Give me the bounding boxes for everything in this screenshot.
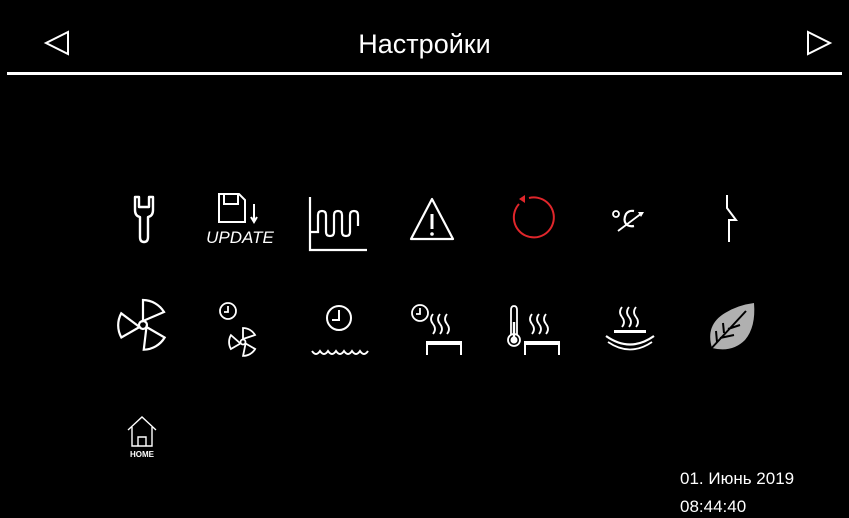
error-log-button[interactable] xyxy=(392,180,472,260)
thermometer-heating-button[interactable] xyxy=(494,285,574,365)
page-title: Настройки xyxy=(358,29,491,59)
wrench-icon xyxy=(133,195,155,244)
triangle-right-icon xyxy=(807,30,833,56)
relay-switch-button[interactable] xyxy=(690,180,770,260)
heating-timer-button[interactable] xyxy=(396,285,476,365)
time-text: 08:44:40 xyxy=(680,497,747,516)
temperature-calibration-button[interactable] xyxy=(592,180,672,260)
heating-element-button[interactable] xyxy=(298,180,378,260)
fan-button[interactable] xyxy=(103,285,183,365)
steam-bowl-icon xyxy=(605,306,655,351)
heating-timer-icon xyxy=(411,304,462,355)
relay-switch-icon xyxy=(726,195,738,242)
header-divider xyxy=(7,72,842,75)
water-timer-button[interactable] xyxy=(298,285,378,365)
fan-icon xyxy=(117,298,167,351)
warning-icon xyxy=(409,197,455,241)
temperature-calibration-icon xyxy=(612,209,644,232)
header: Настройки xyxy=(0,0,849,72)
reset-button[interactable] xyxy=(491,180,571,260)
heating-element-icon xyxy=(308,197,367,252)
fan-timer-button[interactable] xyxy=(200,285,280,365)
update-button[interactable]: UPDATE xyxy=(200,180,280,260)
reset-icon xyxy=(512,195,555,239)
service-settings-button[interactable] xyxy=(103,180,183,260)
eco-mode-button[interactable] xyxy=(690,285,770,365)
update-label: UPDATE xyxy=(206,228,274,247)
home-label: HOME xyxy=(130,450,154,459)
water-timer-icon xyxy=(311,305,369,355)
steam-bowl-button[interactable] xyxy=(590,285,670,365)
thermometer-heating-icon xyxy=(507,305,560,355)
home-button[interactable]: HOME xyxy=(112,412,172,462)
next-button[interactable] xyxy=(802,26,836,60)
fan-timer-icon xyxy=(219,302,257,357)
update-icon xyxy=(218,193,258,224)
eco-leaf-icon xyxy=(707,303,755,353)
date-text: 01. Июнь 2019 xyxy=(680,469,795,488)
